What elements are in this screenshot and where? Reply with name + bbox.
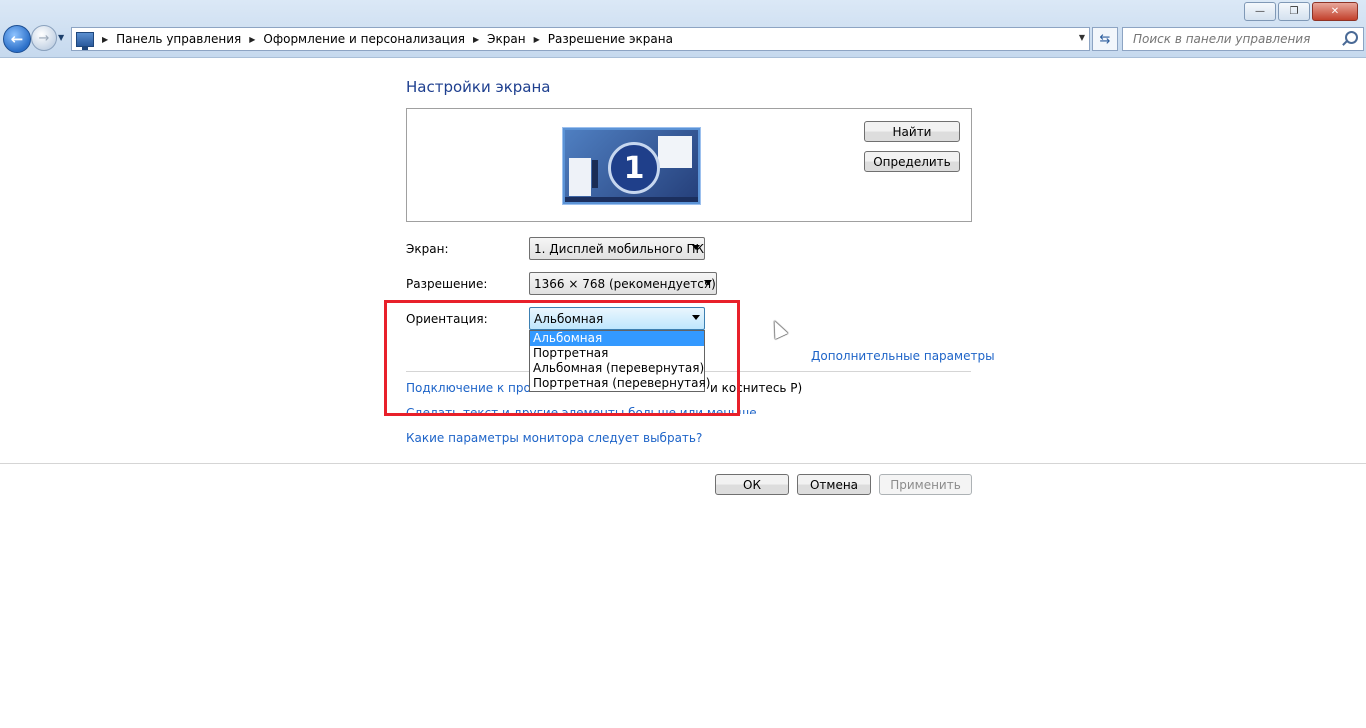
monitor-icon[interactable]: 1 xyxy=(563,128,700,204)
resolution-select[interactable]: 1366 × 768 (рекомендуется) xyxy=(529,272,717,295)
cancel-button[interactable]: Отмена xyxy=(797,474,871,495)
back-button[interactable]: ← xyxy=(3,25,31,53)
refresh-button[interactable]: ⇆ xyxy=(1092,27,1118,51)
identify-button[interactable]: Определить xyxy=(864,151,960,172)
highlight-annotation-box xyxy=(384,300,740,416)
display-select-value: 1. Дисплей мобильного ПК xyxy=(534,241,705,256)
minimize-button[interactable]: — xyxy=(1244,2,1276,21)
monitor-taskbar-strip xyxy=(592,160,598,188)
breadcrumb-separator-icon[interactable]: ▶ xyxy=(102,35,108,44)
search-icon[interactable] xyxy=(1345,31,1358,44)
footer-divider xyxy=(0,463,1366,464)
page-title: Настройки экрана xyxy=(406,78,551,96)
apply-button: Применить xyxy=(879,474,972,495)
monitor-window-right xyxy=(658,136,692,168)
breadcrumb-appearance[interactable]: Оформление и персонализация xyxy=(263,32,465,46)
control-panel-icon xyxy=(76,31,94,50)
monitor-taskbar xyxy=(565,197,698,202)
explorer-toolbar: — ❐ ✕ ← → ▼ ▶ Панель управления ▶ Оформл… xyxy=(0,0,1366,58)
chevron-down-icon xyxy=(704,280,712,285)
monitor-number-badge: 1 xyxy=(608,142,660,194)
resolution-label: Разрешение: xyxy=(406,277,488,291)
address-bar[interactable]: ▶ Панель управления ▶ Оформление и персо… xyxy=(71,27,1090,51)
breadcrumb-separator-icon[interactable]: ▶ xyxy=(534,35,540,44)
address-history-dropdown-icon[interactable]: ▼ xyxy=(1079,33,1085,42)
mouse-pointer-icon xyxy=(768,317,788,340)
display-select[interactable]: 1. Дисплей мобильного ПК xyxy=(529,237,705,260)
forward-button[interactable]: → xyxy=(31,25,57,51)
monitor-window-left xyxy=(569,158,591,196)
maximize-button[interactable]: ❐ xyxy=(1278,2,1310,21)
window-controls: — ❐ ✕ xyxy=(1244,2,1358,21)
breadcrumb-separator-icon[interactable]: ▶ xyxy=(249,35,255,44)
resolution-select-value: 1366 × 768 (рекомендуется) xyxy=(534,276,716,291)
chevron-down-icon xyxy=(692,245,700,250)
monitor-settings-help-link[interactable]: Какие параметры монитора следует выбрать… xyxy=(406,431,702,445)
advanced-settings-link[interactable]: Дополнительные параметры xyxy=(811,349,995,363)
breadcrumb-display[interactable]: Экран xyxy=(487,32,525,46)
ok-button[interactable]: ОК xyxy=(715,474,789,495)
refresh-icon: ⇆ xyxy=(1099,31,1111,47)
search-input[interactable] xyxy=(1131,31,1345,47)
breadcrumb-separator-icon[interactable]: ▶ xyxy=(473,35,479,44)
breadcrumb-control-panel[interactable]: Панель управления xyxy=(116,32,241,46)
find-button[interactable]: Найти xyxy=(864,121,960,142)
recent-pages-button[interactable]: ▼ xyxy=(58,33,64,42)
close-button[interactable]: ✕ xyxy=(1312,2,1358,21)
search-box[interactable] xyxy=(1122,27,1364,51)
breadcrumb-screen-resolution[interactable]: Разрешение экрана xyxy=(548,32,673,46)
back-arrow-icon: ← xyxy=(10,30,24,48)
display-label: Экран: xyxy=(406,242,449,256)
forward-arrow-icon: → xyxy=(38,30,50,46)
